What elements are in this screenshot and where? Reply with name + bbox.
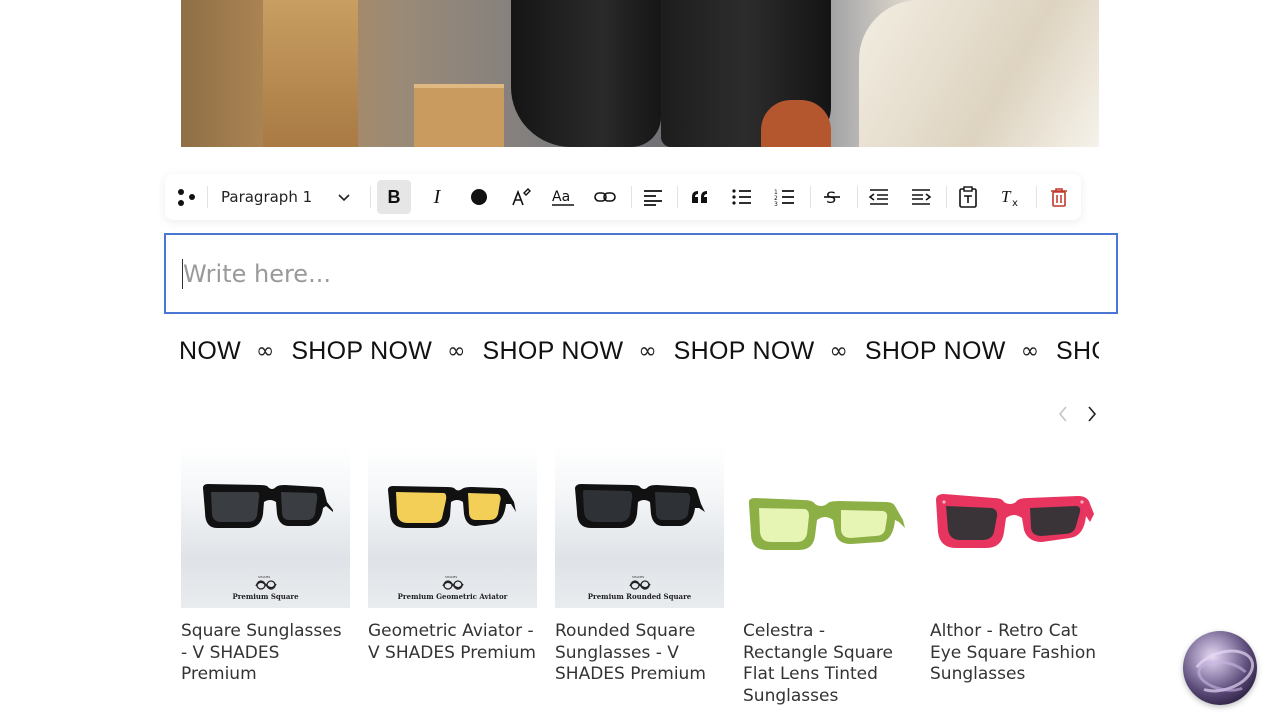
sunglasses-icon (388, 486, 516, 528)
chevron-down-icon (338, 194, 350, 202)
infinity-icon: ∞ (256, 338, 275, 364)
svg-text:SHADES: SHADES (632, 575, 644, 579)
highlight-icon[interactable] (504, 180, 538, 214)
chevron-left-icon (1058, 406, 1067, 422)
svg-text:Aa: Aa (552, 189, 570, 205)
clear-format-icon[interactable]: Tx (994, 180, 1028, 214)
assistant-orb-button[interactable] (1183, 631, 1257, 705)
svg-text:SHADES: SHADES (258, 575, 270, 579)
text-editor-input[interactable]: Write here... (164, 233, 1118, 314)
marquee-item: NOW (181, 336, 241, 365)
sunglasses-icon (936, 494, 1094, 548)
infinity-icon: ∞ (638, 338, 657, 364)
bold-icon[interactable]: B (377, 180, 411, 214)
sunglasses-icon (575, 484, 705, 528)
carousel-prev-arrow[interactable] (1053, 403, 1073, 425)
delete-icon[interactable] (1042, 180, 1076, 214)
marquee-item: SHOP NOW (291, 336, 433, 365)
carousel-next-arrow[interactable] (1082, 403, 1102, 425)
product-card[interactable]: Celestra - Rectangle Square Flat Lens Ti… (743, 446, 912, 716)
font-size-icon[interactable]: Aa (546, 180, 580, 214)
brand-logo: SHADES Premium Geometric Aviator (368, 574, 537, 601)
product-title[interactable]: Rounded Square Sunglasses - V SHADES Pre… (555, 621, 727, 686)
strikethrough-icon[interactable]: S (815, 180, 849, 214)
rich-text-toolbar: Paragraph 1 B I Aa 123 S Tx (165, 174, 1081, 220)
svg-text:SHADES: SHADES (445, 575, 457, 579)
product-card[interactable]: SHADES Premium Rounded Square Rounded Sq… (555, 446, 724, 716)
bullet-list-icon[interactable] (725, 180, 759, 214)
svg-text:x: x (1012, 198, 1018, 207)
product-title[interactable]: Square Sunglasses - V SHADES Premium (181, 621, 353, 686)
paste-text-icon[interactable] (951, 180, 985, 214)
text-color-icon[interactable] (462, 180, 496, 214)
product-image[interactable]: SHADES Premium Geometric Aviator (368, 446, 537, 608)
hero-image (181, 0, 1099, 147)
brand-logo: SHADES Premium Square (181, 574, 350, 601)
infinity-icon: ∞ (829, 338, 848, 364)
numbered-list-icon[interactable]: 123 (768, 180, 802, 214)
infinity-icon: ∞ (447, 338, 466, 364)
product-badge: Premium Rounded Square (587, 592, 692, 601)
paragraph-style-select[interactable]: Paragraph 1 (213, 180, 359, 214)
quote-icon[interactable] (683, 180, 717, 214)
drag-handle-icon[interactable] (169, 180, 203, 214)
svg-text:3: 3 (774, 201, 778, 206)
sunglasses-icon (203, 484, 333, 528)
indent-icon[interactable] (904, 180, 938, 214)
marquee-item: SHOP NOW (864, 336, 1006, 365)
link-icon[interactable] (588, 180, 622, 214)
product-image[interactable]: SHADES Premium Square (181, 446, 350, 608)
marquee-item: SHOP NOW (673, 336, 815, 365)
product-card[interactable]: SHADES Premium Geometric Aviator Geometr… (368, 446, 537, 716)
product-image[interactable] (743, 446, 912, 608)
product-image[interactable]: SHADES Premium Rounded Square (555, 446, 724, 608)
marquee-item: SHOP NOW (482, 336, 624, 365)
paragraph-style-label: Paragraph 1 (221, 188, 313, 206)
shop-now-marquee: NOW ∞ SHOP NOW ∞ SHOP NOW ∞ SHOP NOW ∞ S… (181, 330, 1099, 372)
sunglasses-icon (748, 498, 905, 550)
italic-icon[interactable]: I (420, 180, 454, 214)
brand-logo: SHADES Premium Rounded Square (555, 574, 724, 601)
product-title[interactable]: Celestra - Rectangle Square Flat Lens Ti… (743, 621, 915, 707)
product-image[interactable] (930, 446, 1099, 608)
svg-text:T: T (1001, 187, 1012, 206)
marquee-item: SHOP (1056, 336, 1099, 365)
product-badge: Premium Square (232, 592, 299, 601)
outdent-icon[interactable] (862, 180, 896, 214)
product-title[interactable]: Geometric Aviator - V SHADES Premium (368, 621, 540, 664)
align-left-icon[interactable] (636, 180, 670, 214)
infinity-icon: ∞ (1020, 338, 1040, 364)
product-title[interactable]: Althor - Retro Cat Eye Square Fashion Su… (930, 621, 1102, 686)
product-card[interactable]: SHADES Premium Square Square Sunglasses … (181, 446, 350, 716)
chevron-right-icon (1088, 406, 1097, 422)
product-badge: Premium Geometric Aviator (397, 592, 508, 601)
editor-placeholder: Write here... (183, 259, 331, 288)
product-card[interactable]: Althor - Retro Cat Eye Square Fashion Su… (930, 446, 1099, 716)
